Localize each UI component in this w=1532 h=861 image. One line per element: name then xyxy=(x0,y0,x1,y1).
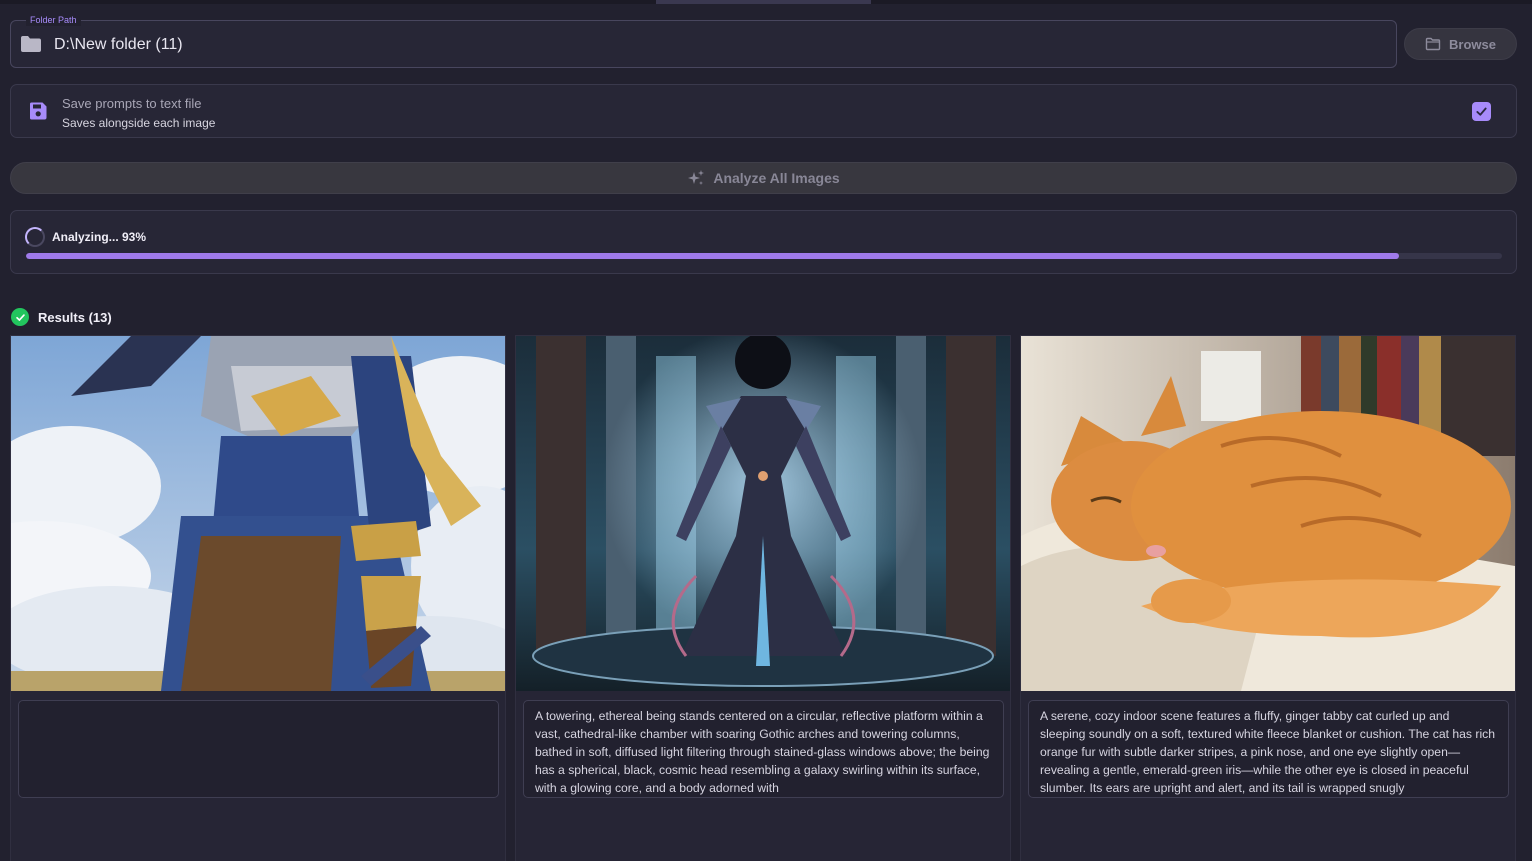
folder-icon xyxy=(20,35,42,53)
save-prompts-title: Save prompts to text file xyxy=(62,96,202,111)
folder-path-value[interactable]: D:\New folder (11) xyxy=(54,35,183,55)
prompt-text-box[interactable] xyxy=(18,700,499,798)
prompt-text: A towering, ethereal being stands center… xyxy=(535,709,990,795)
checkmark-icon xyxy=(1476,107,1487,116)
prompt-text-box[interactable]: A serene, cozy indoor scene features a f… xyxy=(1028,700,1509,798)
progress-label: Analyzing... 93% xyxy=(52,230,147,244)
active-tab-indicator xyxy=(656,0,871,4)
prompt-text-box[interactable]: A towering, ethereal being stands center… xyxy=(523,700,1004,798)
folder-path-label: Folder Path xyxy=(26,14,81,26)
results-title: Results (13) xyxy=(38,309,112,325)
folder-path-field[interactable]: D:\New folder (11) xyxy=(10,20,1397,68)
progress-panel: Analyzing... 93% xyxy=(10,210,1517,274)
results-header: Results (13) xyxy=(11,308,112,326)
result-card[interactable] xyxy=(10,335,506,861)
browse-label: Browse xyxy=(1449,36,1496,52)
analyze-all-label: Analyze All Images xyxy=(713,170,840,186)
window-top-strip xyxy=(0,0,1532,4)
check-circle-icon xyxy=(11,308,29,326)
result-card[interactable]: A towering, ethereal being stands center… xyxy=(515,335,1011,861)
result-card[interactable]: A serene, cozy indoor scene features a f… xyxy=(1020,335,1516,861)
result-image-cat[interactable] xyxy=(1021,336,1515,691)
result-image-knight[interactable] xyxy=(11,336,505,691)
browse-button[interactable]: Browse xyxy=(1404,28,1517,60)
folder-outline-icon xyxy=(1425,37,1441,51)
save-icon xyxy=(28,101,48,121)
save-prompts-option[interactable]: Save prompts to text file Saves alongsid… xyxy=(10,84,1517,138)
result-image-cosmic-being[interactable] xyxy=(516,336,1010,691)
save-prompts-subtitle: Saves alongside each image xyxy=(62,116,216,130)
sparkles-icon xyxy=(687,169,705,187)
save-prompts-checkbox[interactable] xyxy=(1472,102,1491,121)
progress-bar xyxy=(26,253,1502,259)
loading-spinner-icon xyxy=(25,227,45,247)
analyze-all-button[interactable]: Analyze All Images xyxy=(10,162,1517,194)
prompt-text: A serene, cozy indoor scene features a f… xyxy=(1040,709,1496,795)
progress-bar-fill xyxy=(26,253,1399,259)
